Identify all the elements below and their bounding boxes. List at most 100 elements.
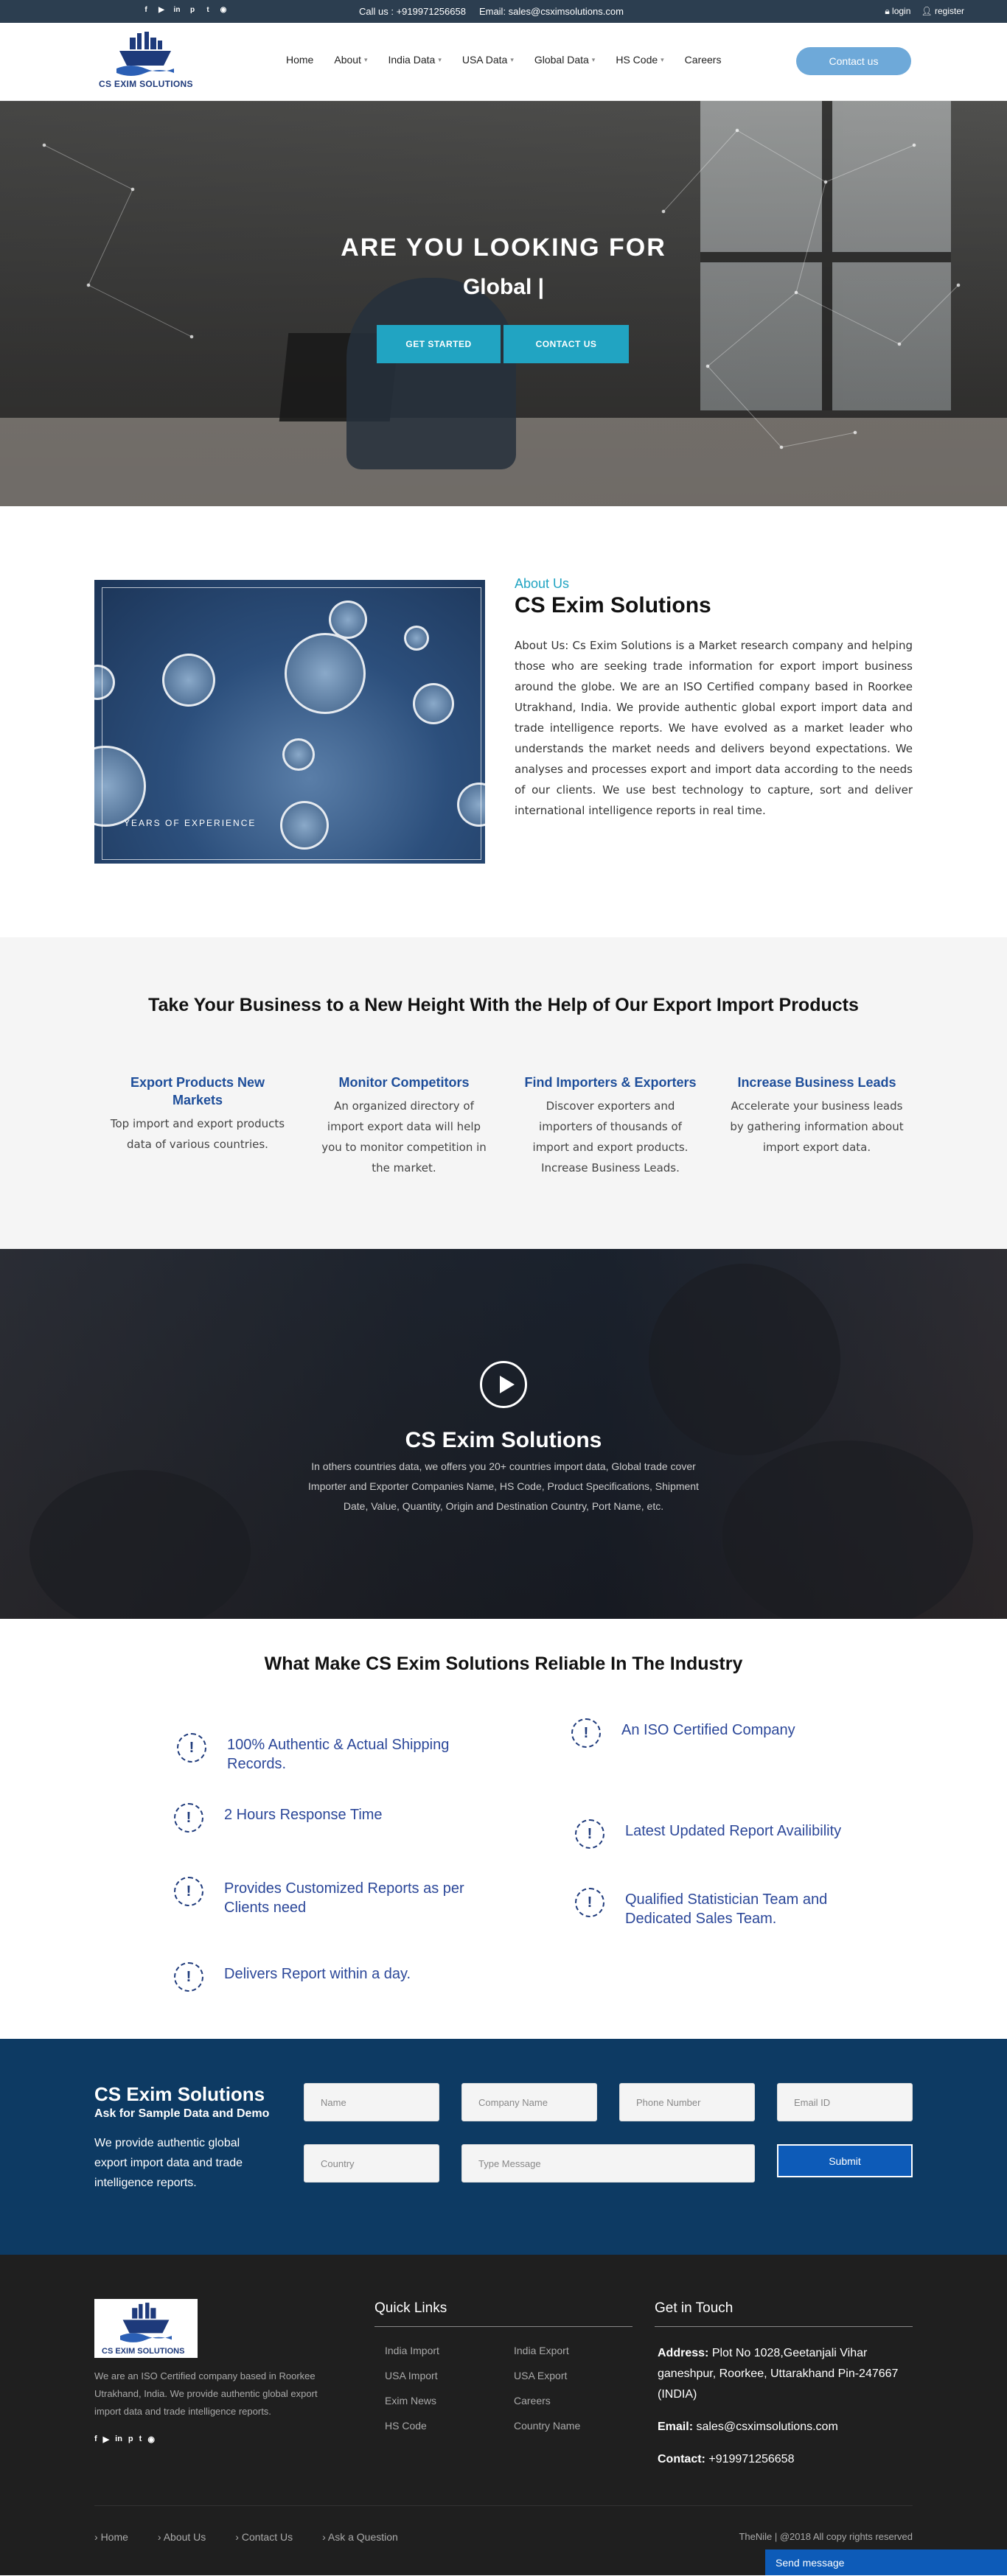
footer-link-label: Contact Us	[241, 2531, 293, 2543]
social-links: f ▶ in p t ◉	[142, 5, 228, 14]
pinterest-icon[interactable]: p	[188, 5, 197, 14]
exclamation-icon: !	[174, 1877, 203, 1906]
nav-label: About	[334, 54, 361, 66]
hero-heading: ARE YOU LOOKING FOR	[341, 234, 666, 262]
footer-link-label: Ask a Question	[327, 2531, 398, 2543]
product-title[interactable]: Export Products New Markets	[109, 1074, 286, 1109]
quick-link[interactable]: HS Code	[385, 2420, 439, 2432]
facebook-icon[interactable]: f	[142, 5, 150, 14]
product-text: An organized directory of import export …	[321, 1099, 487, 1175]
exclamation-icon: !	[575, 1819, 604, 1849]
person-silhouette-graphic	[29, 1470, 251, 1619]
facebook-icon[interactable]: f	[94, 2435, 97, 2444]
nav-careers[interactable]: Careers	[685, 54, 722, 66]
company-name-field[interactable]: Company Name	[461, 2083, 597, 2121]
chevron-down-icon: ▾	[510, 55, 514, 63]
feature-text: Provides Customized Reports as per Clien…	[224, 1880, 464, 1916]
exclamation-icon: !	[575, 1888, 604, 1917]
quick-links-right: India Export USA Export Careers Country …	[514, 2345, 580, 2432]
ship-logo-icon	[120, 2303, 172, 2342]
nav-global-data[interactable]: Global Data ▾	[534, 54, 595, 66]
quick-link[interactable]: USA Import	[385, 2370, 439, 2381]
top-email[interactable]: Email: sales@csximsolutions.com	[479, 6, 624, 17]
product-card: Increase Business Leads Accelerate your …	[714, 1074, 920, 1178]
register-link[interactable]: 👤︎ register	[921, 6, 964, 17]
site-logo[interactable]: CS EXIM SOLUTIONS	[97, 32, 193, 91]
country-field[interactable]: Country	[304, 2144, 439, 2183]
get-started-button[interactable]: GET STARTED	[377, 325, 501, 363]
footer-description: We are an ISO Certified company based in…	[94, 2370, 318, 2417]
hero-banner: ARE YOU LOOKING FOR Global | GET STARTED…	[0, 101, 1007, 506]
rss-icon[interactable]: ◉	[147, 2435, 155, 2444]
quick-links-title: Quick Links	[374, 2300, 447, 2316]
product-title[interactable]: Find Importers & Exporters	[522, 1074, 699, 1091]
phone-number-field[interactable]: Phone Number	[619, 2083, 755, 2121]
nav-hs-code[interactable]: HS Code ▾	[616, 54, 663, 66]
pinterest-icon[interactable]: p	[128, 2435, 133, 2444]
about-text: About Us: Cs Exim Solutions is a Market …	[515, 639, 913, 817]
contact-us-button[interactable]: Contact us	[796, 47, 911, 75]
product-card: Export Products New Markets Top import a…	[94, 1074, 301, 1178]
twitter-icon[interactable]: t	[139, 2435, 142, 2444]
footer-link-label: Home	[100, 2531, 128, 2543]
feature-text: Qualified Statistician Team and Dedicate…	[625, 1891, 828, 1927]
quick-link[interactable]: Careers	[514, 2395, 580, 2407]
linkedin-icon[interactable]: in	[173, 5, 181, 14]
product-text: Accelerate your business leads by gather…	[730, 1099, 904, 1154]
youtube-icon[interactable]: ▶	[103, 2435, 109, 2444]
play-video-button[interactable]	[480, 1361, 527, 1408]
product-card: Find Importers & Exporters Discover expo…	[507, 1074, 714, 1178]
nav-usa-data[interactable]: USA Data ▾	[462, 54, 514, 66]
rss-icon[interactable]: ◉	[219, 5, 228, 14]
feature-item: ! An ISO Certified Company	[571, 1718, 887, 1748]
quick-link[interactable]: India Import	[385, 2345, 439, 2356]
exclamation-icon: !	[571, 1718, 601, 1748]
top-contact: Call us : +919971256658 Email: sales@csx…	[359, 6, 624, 17]
product-text: Top import and export products data of v…	[110, 1117, 285, 1151]
footer-social-links: f ▶ in p t ◉	[94, 2435, 155, 2444]
login-link[interactable]: 🔒︎ login	[885, 6, 910, 17]
product-card: Monitor Competitors An organized directo…	[301, 1074, 507, 1178]
email-value[interactable]: sales@csximsolutions.com	[696, 2421, 837, 2433]
send-message-widget[interactable]: Send message	[765, 2549, 1007, 2575]
twitter-icon[interactable]: t	[203, 5, 212, 14]
feature-text: Delivers Report within a day.	[224, 1966, 411, 1982]
hero-contact-button[interactable]: CONTACT US	[503, 325, 629, 363]
chevron-down-icon: ▾	[363, 55, 368, 63]
footer-logo[interactable]: CS EXIM SOLUTIONS	[94, 2299, 198, 2358]
footer-link-about[interactable]: › About Us	[158, 2531, 206, 2543]
site-footer: CS EXIM SOLUTIONS We are an ISO Certifie…	[0, 2255, 1007, 2575]
footer-link-home[interactable]: › Home	[94, 2531, 128, 2543]
form-description: We provide authentic global export impor…	[94, 2137, 243, 2189]
footer-link-contact[interactable]: › Contact Us	[235, 2531, 293, 2543]
register-label: register	[934, 6, 964, 16]
nav-about[interactable]: About ▾	[334, 54, 367, 66]
youtube-icon[interactable]: ▶	[157, 5, 166, 14]
nav-india-data[interactable]: India Data ▾	[388, 54, 441, 66]
feature-item: ! Qualified Statistician Team and Dedicat…	[575, 1888, 891, 1928]
quick-link[interactable]: Exim News	[385, 2395, 439, 2407]
contact-value[interactable]: +919971256658	[708, 2453, 794, 2465]
product-title[interactable]: Increase Business Leads	[728, 1074, 905, 1091]
network-lines-graphic	[42, 128, 961, 449]
submit-button[interactable]: Submit	[777, 2144, 913, 2177]
person-silhouette-graphic	[722, 1441, 973, 1619]
name-field[interactable]: Name	[304, 2083, 439, 2121]
quick-link[interactable]: India Export	[514, 2345, 580, 2356]
feature-item: ! 100% Authentic & Actual Shipping Record…	[177, 1733, 492, 1774]
footer-divider	[94, 2505, 913, 2506]
email-field[interactable]: Email ID	[777, 2083, 913, 2121]
footer-link-ask[interactable]: › Ask a Question	[322, 2531, 398, 2543]
quick-link[interactable]: USA Export	[514, 2370, 580, 2381]
footer-logo-text: CS EXIM SOLUTIONS	[102, 2347, 185, 2356]
sample-request-section: CS Exim Solutions Ask for Sample Data an…	[0, 2039, 1007, 2255]
message-field[interactable]: Type Message	[461, 2144, 755, 2183]
form-subtitle: Ask for Sample Data and Demo	[94, 2107, 270, 2120]
feature-text: Latest Updated Report Availibility	[625, 1823, 842, 1839]
linkedin-icon[interactable]: in	[115, 2435, 122, 2444]
address-label: Address:	[658, 2347, 709, 2359]
hero-typed-text: Global |	[462, 275, 545, 299]
quick-link[interactable]: Country Name	[514, 2420, 580, 2432]
product-title[interactable]: Monitor Competitors	[316, 1074, 492, 1091]
nav-home[interactable]: Home	[286, 54, 313, 66]
